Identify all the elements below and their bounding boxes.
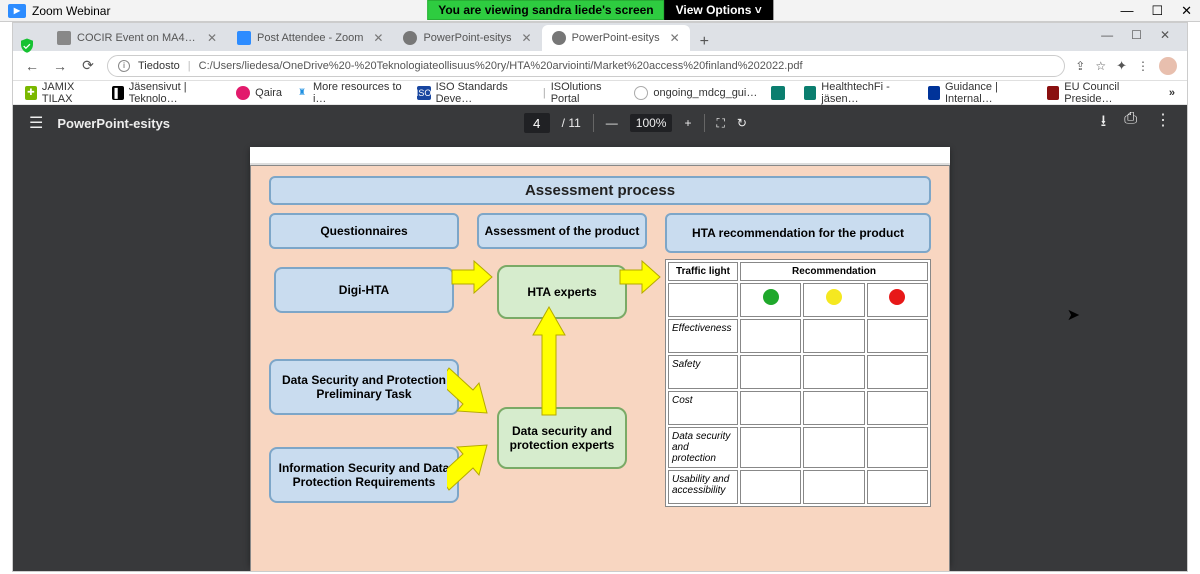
col2-header: Assessment of the product (477, 213, 647, 249)
url-text: C:/Users/liedesa/OneDrive%20-%20Teknolog… (199, 60, 803, 72)
pdf-document-title: PowerPoint-esitys (57, 116, 170, 131)
tab-favicon (237, 31, 251, 45)
yellow-light-icon (826, 289, 842, 305)
red-light-icon (889, 289, 905, 305)
chrome-maximize-button[interactable]: ☐ (1131, 28, 1142, 42)
tab-favicon (57, 31, 71, 45)
pdf-zoom-in-button[interactable]: + (684, 116, 691, 130)
bookmark-item[interactable]: ♜More resources to i… (296, 81, 403, 105)
box-isdp-req: Information Security and Data Protection… (269, 447, 459, 503)
arrow-icon (532, 306, 566, 416)
zoom-minimize-button[interactable]: — (1120, 3, 1133, 19)
table-rec-header: Recommendation (740, 262, 928, 281)
share-status-text: You are viewing sandra liede's screen (427, 0, 664, 20)
browser-tab[interactable]: COCIR Event on MA4DHSs_Scrip ✕ (47, 25, 227, 51)
bookmark-item[interactable]: ▌Jäsensivut | Teknolo… (112, 81, 222, 105)
tab-close-icon[interactable]: ✕ (373, 31, 383, 45)
bookmark-item[interactable]: Qaira (236, 86, 282, 100)
forward-button[interactable]: → (51, 58, 69, 74)
arrow-icon (451, 260, 493, 294)
bookmark-item[interactable]: HealthtechFi - jäsen… (804, 81, 914, 105)
bookmark-star-icon[interactable]: ☆ (1095, 59, 1106, 73)
chrome-tab-strip: COCIR Event on MA4DHSs_Scrip ✕ Post Atte… (13, 23, 1187, 51)
view-options-button[interactable]: View Options ˅ (665, 0, 773, 20)
tab-close-icon[interactable]: ✕ (670, 31, 680, 45)
pdf-page: Assessment process Questionnaires Digi-H… (250, 147, 950, 565)
browser-window: COCIR Event on MA4DHSs_Scrip ✕ Post Atte… (12, 22, 1188, 572)
diagram-slide: Assessment process Questionnaires Digi-H… (250, 165, 950, 571)
table-row: Cost (668, 391, 928, 425)
tab-close-icon[interactable]: ✕ (207, 31, 217, 45)
table-row: Data security and protection (668, 427, 928, 468)
table-row: Safety (668, 355, 928, 389)
extensions-icon[interactable]: ✦ (1116, 58, 1127, 74)
bookmark-item[interactable]: ✚JAMIX TILAX (25, 81, 98, 105)
url-scheme: Tiedosto (138, 60, 180, 72)
table-row: Effectiveness (668, 319, 928, 353)
pdf-print-icon[interactable]: ⎙ (1124, 110, 1137, 137)
col3-header: HTA recommendation for the product (665, 213, 931, 253)
bookmarks-overflow-icon[interactable]: » (1169, 87, 1175, 99)
zoom-title-bar: ▶ Zoom Webinar You are viewing sandra li… (0, 0, 1200, 22)
pdf-rotate-icon[interactable]: ↻ (737, 116, 747, 130)
profile-avatar[interactable] (1159, 57, 1177, 75)
new-tab-button[interactable]: + (690, 33, 719, 51)
browser-tab[interactable]: PowerPoint-esitys ✕ (393, 25, 541, 51)
pdf-zoom-level: 100% (630, 114, 673, 132)
pdf-page-area[interactable]: Assessment process Questionnaires Digi-H… (13, 141, 1187, 571)
share-icon[interactable]: ⇪ (1075, 59, 1085, 73)
security-shield-icon (18, 36, 36, 56)
box-dsp-experts: Data security and protection experts (497, 407, 627, 469)
address-bar[interactable]: i Tiedosto | C:/Users/liedesa/OneDrive%2… (107, 55, 1065, 77)
table-row: Usability and accessibility (668, 470, 928, 504)
zoom-maximize-button[interactable]: ☐ (1151, 3, 1163, 19)
pdf-fit-page-icon[interactable]: ⛶ (717, 116, 725, 131)
back-button[interactable]: ← (23, 58, 41, 74)
zoom-title: Zoom Webinar (32, 4, 110, 18)
reload-button[interactable]: ⟳ (79, 57, 97, 74)
tab-favicon (403, 31, 417, 45)
bookmark-item[interactable]: ongoing_mdcg_gui… (634, 86, 757, 100)
pdf-more-icon[interactable]: ⋮ (1155, 110, 1171, 137)
pdf-menu-icon[interactable]: ☰ (29, 113, 43, 133)
tab-favicon (552, 31, 566, 45)
bookmark-item[interactable]: ISOISO Standards Deve… (417, 81, 529, 105)
screen-share-indicator: You are viewing sandra liede's screen Vi… (427, 0, 773, 20)
green-light-icon (763, 289, 779, 305)
zoom-logo-icon: ▶ (8, 4, 26, 18)
table-corner: Traffic light (668, 262, 738, 281)
box-dsp-task: Data Security and Protection Preliminary… (269, 359, 459, 415)
chrome-menu-icon[interactable]: ⋮ (1137, 59, 1149, 73)
bookmark-item[interactable]: Guidance | Internal… (928, 81, 1033, 105)
col1-header: Questionnaires (269, 213, 459, 249)
bookmark-item[interactable]: EU Council Preside… (1047, 81, 1155, 105)
pdf-page-total: / 11 (562, 116, 581, 130)
diagram-title: Assessment process (269, 176, 931, 205)
pdf-page-input[interactable] (524, 113, 550, 133)
arrow-icon (619, 260, 661, 294)
chrome-toolbar: ← → ⟳ i Tiedosto | C:/Users/liedesa/OneD… (13, 51, 1187, 81)
pdf-toolbar: ☰ PowerPoint-esitys / 11 — 100% + ⛶ ↻ ⭳ … (13, 105, 1187, 141)
zoom-close-button[interactable]: ✕ (1181, 3, 1192, 19)
bookmarks-bar: ✚JAMIX TILAX ▌Jäsensivut | Teknolo… Qair… (13, 81, 1187, 105)
tab-close-icon[interactable]: ✕ (522, 31, 532, 45)
site-info-icon[interactable]: i (118, 60, 130, 72)
pdf-viewer: ☰ PowerPoint-esitys / 11 — 100% + ⛶ ↻ ⭳ … (13, 105, 1187, 571)
chrome-minimize-button[interactable]: — (1101, 28, 1113, 42)
arrow-icon (447, 432, 499, 492)
recommendation-table: Traffic light Recommendation Effectiven (665, 259, 931, 507)
browser-tab[interactable]: Post Attendee - Zoom ✕ (227, 25, 393, 51)
pdf-download-icon[interactable]: ⭳ (1101, 110, 1107, 137)
arrow-icon (447, 366, 499, 426)
browser-tab-active[interactable]: PowerPoint-esitys ✕ (542, 25, 690, 51)
chrome-close-button[interactable]: ✕ (1160, 28, 1170, 42)
pdf-zoom-out-button[interactable]: — (606, 116, 618, 130)
box-digi-hta: Digi-HTA (274, 267, 454, 313)
bookmark-item[interactable]: |ISOlutions Portal (543, 81, 621, 105)
bookmark-item[interactable] (771, 86, 790, 100)
